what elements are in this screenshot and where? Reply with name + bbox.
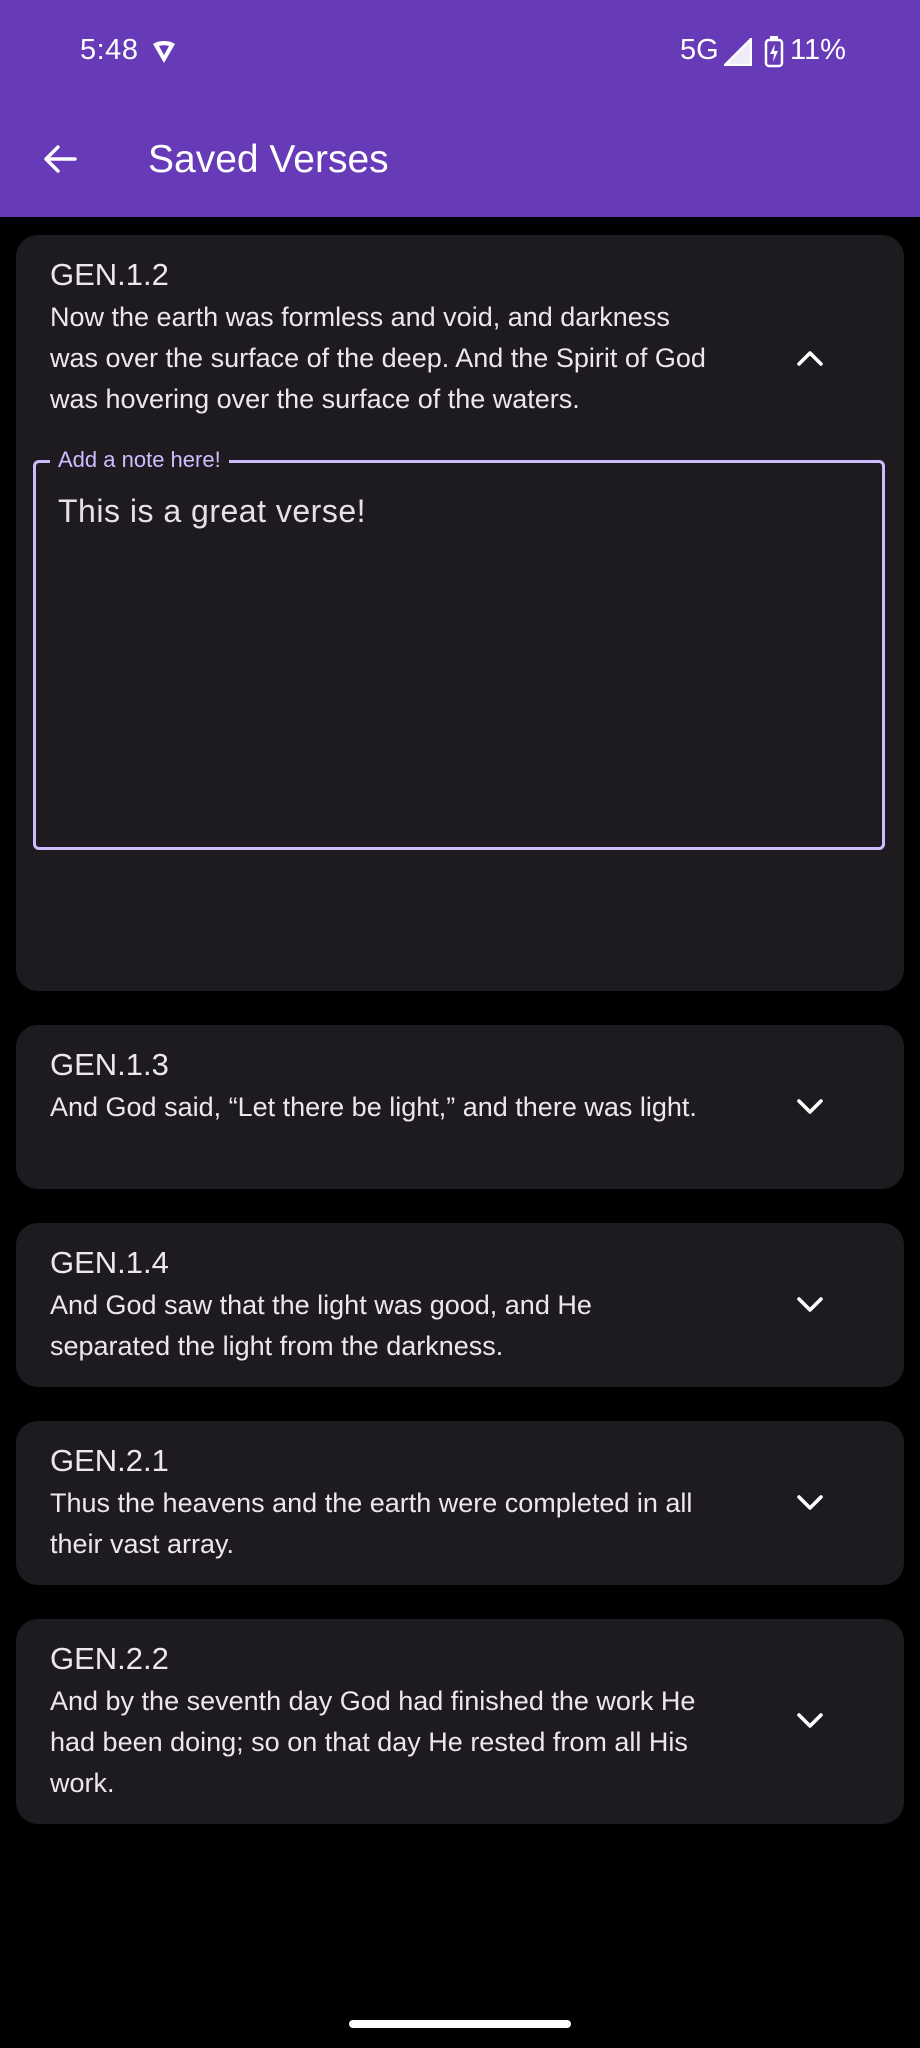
verse-card[interactable]: GEN.2.1 Thus the heavens and the earth w…: [16, 1421, 904, 1585]
verse-reference: GEN.2.1: [50, 1443, 169, 1478]
verse-text: Thus the heavens and the earth were comp…: [50, 1488, 693, 1559]
verse-card[interactable]: GEN.1.2 Now the earth was formless and v…: [16, 235, 904, 991]
note-text[interactable]: This is a great verse!: [58, 493, 366, 530]
verse-reference: GEN.1.4: [50, 1245, 169, 1280]
top-app-area: 5:48 5G 11% Saved Verses: [0, 0, 920, 217]
back-button[interactable]: [28, 129, 92, 193]
chevron-up-icon[interactable]: [792, 340, 828, 376]
battery-percent: 11%: [790, 34, 846, 66]
chevron-down-icon[interactable]: [792, 1287, 828, 1323]
cell-signal-icon: [721, 35, 753, 67]
verse-card[interactable]: GEN.1.3 And God said, “Let there be ligh…: [16, 1025, 904, 1189]
chevron-down-icon[interactable]: [792, 1089, 828, 1125]
note-field-label: Add a note here!: [50, 447, 229, 473]
status-time: 5:48: [80, 34, 139, 66]
page-title: Saved Verses: [148, 138, 389, 181]
status-bar: 5:48 5G 11%: [0, 0, 920, 104]
note-field[interactable]: Add a note here! This is a great verse!: [33, 447, 885, 850]
verse-card[interactable]: GEN.2.2 And by the seventh day God had f…: [16, 1619, 904, 1824]
arrow-back-icon: [42, 141, 78, 182]
app-bar: Saved Verses: [0, 104, 920, 217]
chevron-down-icon[interactable]: [792, 1703, 828, 1739]
network-type: 5G: [680, 34, 719, 66]
verse-text: And by the seventh day God had finished …: [50, 1686, 696, 1798]
battery-charging-icon: [764, 36, 784, 68]
chevron-down-icon[interactable]: [792, 1485, 828, 1521]
verse-reference: GEN.2.2: [50, 1641, 169, 1676]
verse-card[interactable]: GEN.1.4 And God saw that the light was g…: [16, 1223, 904, 1387]
home-indicator[interactable]: [349, 2020, 571, 2028]
verse-text: Now the earth was formless and void, and…: [50, 302, 706, 414]
verse-text: And God said, “Let there be light,” and …: [50, 1092, 697, 1122]
vpn-shield-icon: [150, 38, 178, 66]
verse-reference: GEN.1.2: [50, 257, 169, 292]
verse-reference: GEN.1.3: [50, 1047, 169, 1082]
verse-text: And God saw that the light was good, and…: [50, 1290, 592, 1361]
saved-verses-list: GEN.1.2 Now the earth was formless and v…: [16, 235, 904, 1858]
